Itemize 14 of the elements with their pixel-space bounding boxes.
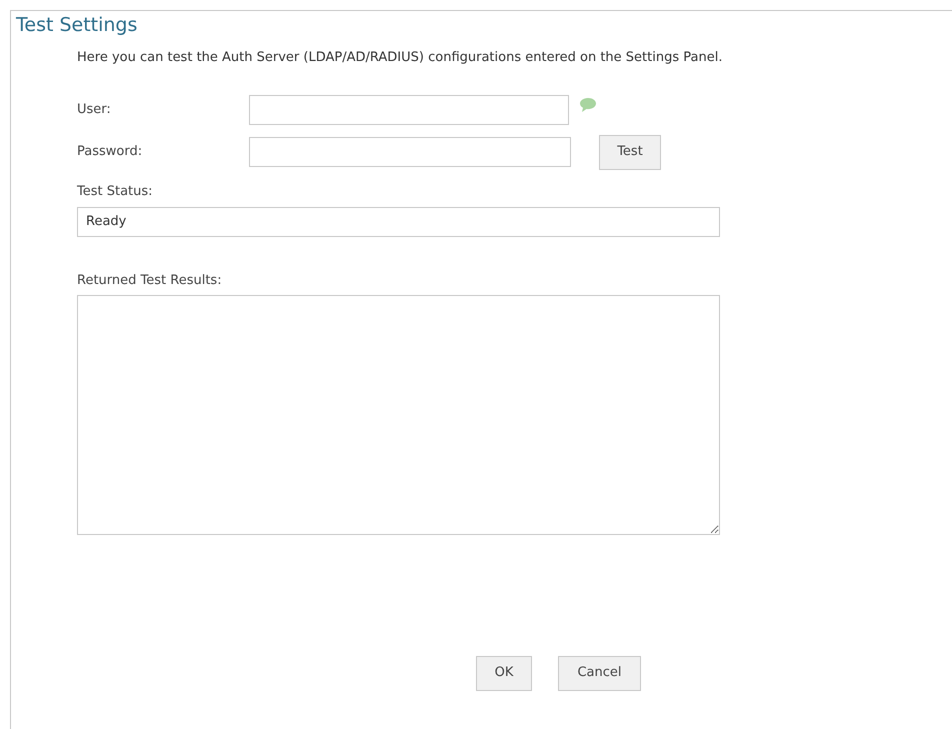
results-label: Returned Test Results: — [77, 272, 222, 290]
test-button[interactable]: Test — [599, 134, 661, 170]
test-status-field: Ready — [77, 207, 720, 237]
cancel-button[interactable]: Cancel — [558, 656, 641, 690]
ok-button[interactable]: OK — [476, 656, 532, 690]
description-text: Here you can test the Auth Server (LDAP/AD/RADIUS) configurations entered on the Settings Panel. — [77, 49, 722, 67]
results-text-area[interactable] — [77, 294, 720, 534]
window-title: Test Settings — [16, 13, 138, 37]
password-label: Password: — [77, 143, 144, 162]
user-label: User: — [77, 100, 112, 119]
test-status-label: Test Status: — [77, 182, 153, 200]
user-input-field[interactable] — [249, 94, 569, 124]
speech-bubble-icon[interactable] — [579, 96, 597, 112]
password-input-field[interactable] — [249, 137, 571, 167]
